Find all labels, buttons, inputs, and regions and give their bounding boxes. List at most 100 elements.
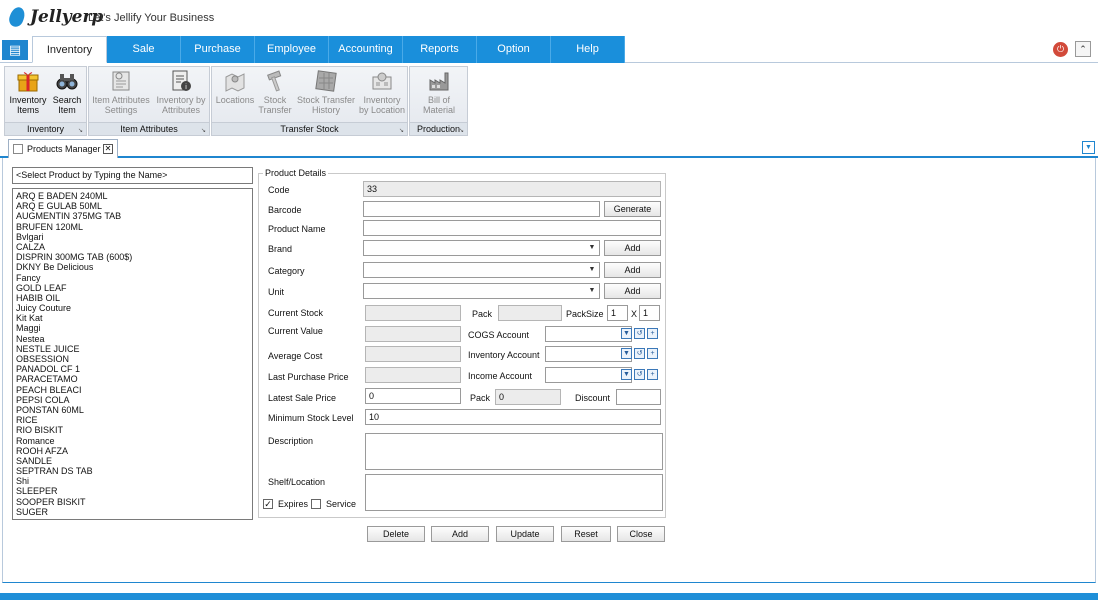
list-item[interactable]: RIO BISKIT <box>16 425 249 435</box>
list-item[interactable]: SOOPER BISKIT <box>16 497 249 507</box>
tab-option[interactable]: Option <box>477 36 551 63</box>
inventory-refresh-icon[interactable]: ↺ <box>634 348 645 359</box>
list-item[interactable]: Fancy <box>16 273 249 283</box>
add-button[interactable]: Add <box>431 526 489 542</box>
inventory-add-icon[interactable]: + <box>647 348 658 359</box>
item-attributes-settings-button[interactable]: Item Attributes Settings <box>90 69 152 115</box>
income-dropdown-icon[interactable]: ▼ <box>621 369 632 380</box>
income-refresh-icon[interactable]: ↺ <box>634 369 645 380</box>
tab-employee[interactable]: Employee <box>255 36 329 63</box>
collapse-ribbon-icon[interactable]: ⌃ <box>1075 41 1091 57</box>
tab-products-manager[interactable]: Products Manager ✕ <box>8 139 118 158</box>
list-item[interactable]: Kit Kat <box>16 313 249 323</box>
unit-select[interactable]: ▼ <box>363 283 600 299</box>
discount-field[interactable] <box>616 389 661 405</box>
update-button[interactable]: Update <box>496 526 554 542</box>
cogs-add-icon[interactable]: + <box>647 328 658 339</box>
tab-sale[interactable]: Sale <box>107 36 181 63</box>
list-item[interactable]: DISPRIN 300MG TAB (600$) <box>16 252 249 262</box>
service-checkbox[interactable] <box>311 499 321 509</box>
reset-button[interactable]: Reset <box>561 526 611 542</box>
latest-sale-price-field[interactable]: 0 <box>365 388 461 404</box>
dialog-launcher-icon[interactable]: ↘ <box>459 127 464 134</box>
list-item[interactable]: SUGER <box>16 507 249 517</box>
packsize-field[interactable]: 1 <box>607 305 628 321</box>
expires-checkbox[interactable]: ✓ <box>263 499 273 509</box>
list-item[interactable]: Nestea <box>16 334 249 344</box>
list-item[interactable]: ARQ E GULAB 50ML <box>16 201 249 211</box>
list-item[interactable]: OBSESSION <box>16 354 249 364</box>
app-menu-icon[interactable]: ▤ <box>2 40 28 60</box>
inventory-by-location-button[interactable]: Inventory by Location <box>358 69 406 115</box>
inventory-dropdown-icon[interactable]: ▼ <box>621 348 632 359</box>
list-item[interactable]: Bvlgari <box>16 232 249 242</box>
bill-of-material-label-2: Material <box>422 105 455 115</box>
list-item[interactable]: Maggi <box>16 323 249 333</box>
cogs-refresh-icon[interactable]: ↺ <box>634 328 645 339</box>
minimum-stock-level-field[interactable]: 10 <box>365 409 661 425</box>
add-brand-button[interactable]: Add <box>604 240 661 256</box>
list-item[interactable]: SANDLE <box>16 456 249 466</box>
generate-button[interactable]: Generate <box>604 201 661 217</box>
list-item[interactable]: PONSTAN 60ML <box>16 405 249 415</box>
list-item[interactable]: PANADOL CF 1 <box>16 364 249 374</box>
search-item-button[interactable]: Search Item <box>49 69 85 115</box>
list-item[interactable]: ROOH AFZA <box>16 446 249 456</box>
list-item[interactable]: SEPTRAN DS TAB <box>16 466 249 476</box>
product-search-input[interactable]: <Select Product by Typing the Name> <box>12 167 253 184</box>
tab-accounting[interactable]: Accounting <box>329 36 403 63</box>
list-item[interactable]: GOLD LEAF <box>16 283 249 293</box>
stock-transfer-history-button[interactable]: Stock Transfer History <box>294 69 358 115</box>
list-item[interactable]: ARQ E BADEN 240ML <box>16 191 249 201</box>
packsize-multiplier-field[interactable]: 1 <box>639 305 660 321</box>
income-add-icon[interactable]: + <box>647 369 658 380</box>
tab-purchase[interactable]: Purchase <box>181 36 255 63</box>
dialog-launcher-icon[interactable]: ↘ <box>78 127 83 134</box>
barcode-field[interactable] <box>363 201 600 217</box>
tab-reports[interactable]: Reports <box>403 36 477 63</box>
list-item[interactable]: PARACETAMO <box>16 374 249 384</box>
close-icon[interactable]: ✕ <box>103 144 113 154</box>
list-item[interactable]: Juicy Couture <box>16 303 249 313</box>
inventory-items-button[interactable]: Inventory Items <box>7 69 49 115</box>
list-item[interactable]: NESTLE JUICE <box>16 344 249 354</box>
list-item[interactable]: AUGMENTIN 375MG TAB <box>16 211 249 221</box>
list-item[interactable]: HABIB OIL <box>16 293 249 303</box>
list-item[interactable]: PEPSI COLA <box>16 395 249 405</box>
category-select[interactable]: ▼ <box>363 262 600 278</box>
locations-button[interactable]: Locations <box>214 69 256 105</box>
brand-select[interactable]: ▼ <box>363 240 600 256</box>
product-name-label: Product Name <box>268 224 326 234</box>
inventory-account-select[interactable]: ▼ <box>545 346 632 362</box>
add-unit-button[interactable]: Add <box>604 283 661 299</box>
list-item[interactable]: Romance <box>16 436 249 446</box>
list-item[interactable]: PEACH BLEACI <box>16 385 249 395</box>
cogs-dropdown-icon[interactable]: ▼ <box>621 328 632 339</box>
bill-of-material-button[interactable]: Bill of Material <box>414 69 464 115</box>
cogs-account-select[interactable]: ▼ <box>545 326 632 342</box>
power-icon[interactable]: ⏻ <box>1053 42 1068 57</box>
list-item[interactable]: RICE <box>16 415 249 425</box>
tab-list-dropdown-icon[interactable]: ▼ <box>1082 141 1095 154</box>
dialog-launcher-icon[interactable]: ↘ <box>399 127 404 134</box>
ribbon-group-label: Item Attributes <box>89 122 209 135</box>
income-account-select[interactable]: ▼ <box>545 367 632 383</box>
list-item[interactable]: CALZA <box>16 242 249 252</box>
list-item[interactable]: Shi <box>16 476 249 486</box>
inventory-by-attributes-button[interactable]: i Inventory by Attributes <box>153 69 209 115</box>
stock-transfer-button[interactable]: Stock Transfer <box>256 69 294 115</box>
inventory-by-attributes-label-2: Attributes <box>161 105 201 115</box>
delete-button[interactable]: Delete <box>367 526 425 542</box>
add-category-button[interactable]: Add <box>604 262 661 278</box>
close-button[interactable]: Close <box>617 526 665 542</box>
dialog-launcher-icon[interactable]: ↘ <box>201 127 206 134</box>
description-field[interactable] <box>365 433 663 470</box>
list-item[interactable]: SLEEPER <box>16 486 249 496</box>
tab-inventory[interactable]: Inventory <box>32 36 107 63</box>
product-list[interactable]: ARQ E BADEN 240ML ARQ E GULAB 50ML AUGMENT… <box>12 188 253 520</box>
tab-help[interactable]: Help <box>551 36 625 63</box>
shelf-location-field[interactable] <box>365 474 663 511</box>
list-item[interactable]: BRUFEN 120ML <box>16 222 249 232</box>
list-item[interactable]: DKNY Be Delicious <box>16 262 249 272</box>
product-name-field[interactable] <box>363 220 661 236</box>
